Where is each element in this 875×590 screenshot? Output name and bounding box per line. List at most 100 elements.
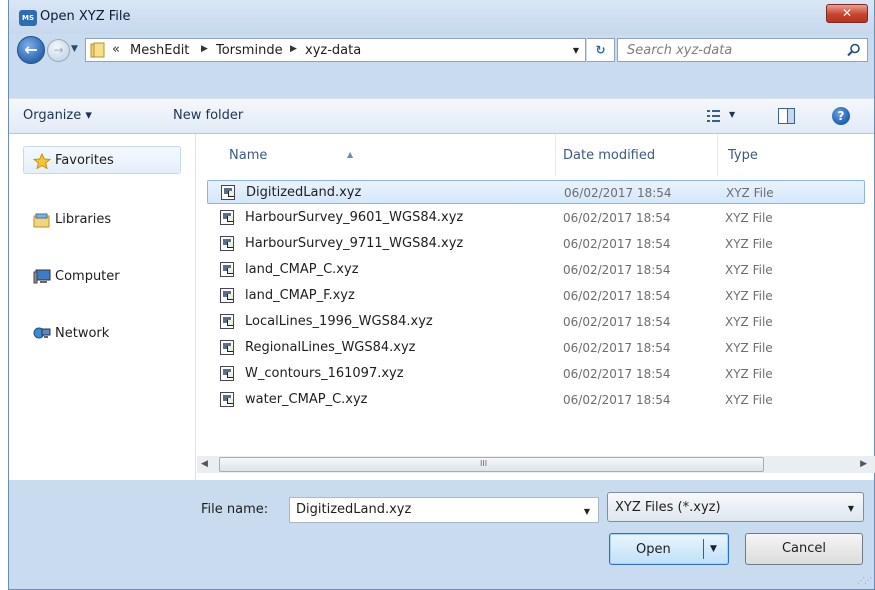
file-type-dropdown-icon[interactable]: ▼ bbox=[848, 504, 854, 513]
libraries-icon bbox=[33, 213, 50, 228]
navigation-bar: ← → ▼ « MeshEdit ▶ Torsminde ▶ xyz-data … bbox=[9, 34, 874, 70]
xyz-file-icon bbox=[220, 210, 234, 225]
open-button-label: Open bbox=[636, 542, 671, 557]
breadcrumb-arrow-icon[interactable]: ▶ bbox=[290, 44, 297, 54]
sidebar-item-label: Network bbox=[55, 326, 110, 341]
recent-pages-dropdown-icon[interactable]: ▼ bbox=[71, 44, 78, 54]
file-name-field[interactable]: DigitizedLand.xyz ▼ bbox=[289, 497, 599, 523]
file-type: XYZ File bbox=[726, 186, 774, 200]
forward-button[interactable]: → bbox=[47, 39, 70, 62]
navigation-pane: Favorites Libraries Computer Network bbox=[9, 134, 196, 480]
refresh-button[interactable]: ↻ bbox=[587, 38, 615, 62]
file-name: HarbourSurvey_9601_WGS84.xyz bbox=[245, 210, 464, 225]
column-header-name[interactable]: Name ▲ bbox=[229, 148, 353, 163]
file-row[interactable]: RegionalLines_WGS84.xyz 06/02/2017 18:54 X… bbox=[207, 336, 865, 360]
search-icon[interactable] bbox=[847, 43, 861, 57]
search-input[interactable]: Search xyz-data bbox=[617, 38, 868, 62]
file-date-modified: 06/02/2017 18:54 bbox=[563, 289, 671, 303]
xyz-file-icon bbox=[220, 340, 234, 355]
file-date-modified: 06/02/2017 18:54 bbox=[563, 237, 671, 251]
file-date-modified: 06/02/2017 18:54 bbox=[563, 367, 671, 381]
file-name-label: File name: bbox=[201, 502, 269, 517]
sort-ascending-icon: ▲ bbox=[347, 150, 354, 159]
help-icon[interactable]: ? bbox=[832, 107, 850, 125]
file-row[interactable]: HarbourSurvey_9711_WGS84.xyz 06/02/2017 1… bbox=[207, 232, 865, 256]
file-name: HarbourSurvey_9711_WGS84.xyz bbox=[245, 236, 464, 251]
breadcrumb-overflow[interactable]: « bbox=[112, 42, 120, 57]
file-type: XYZ File bbox=[725, 289, 773, 303]
split-divider bbox=[703, 539, 704, 559]
sidebar-item-label: Libraries bbox=[55, 212, 112, 227]
scroll-right-icon[interactable]: ▶ bbox=[860, 459, 867, 469]
title-bar: MS Open XYZ File ✕ bbox=[9, 0, 874, 34]
xyz-file-icon bbox=[220, 314, 234, 329]
close-button[interactable]: ✕ bbox=[826, 4, 868, 23]
command-toolbar: Organize ▾ New folder ▼ ? bbox=[9, 98, 874, 134]
scrollbar-grip: III bbox=[480, 459, 488, 468]
column-divider[interactable] bbox=[717, 134, 718, 176]
file-type: XYZ File bbox=[725, 341, 773, 355]
xyz-file-icon bbox=[220, 392, 234, 407]
preview-pane-icon[interactable] bbox=[778, 108, 795, 124]
content-area: Favorites Libraries Computer Network Nam… bbox=[9, 134, 875, 480]
file-name: DigitizedLand.xyz bbox=[246, 185, 362, 200]
file-list: Name ▲ Date modified Type DigitizedLand.… bbox=[197, 134, 875, 480]
file-date-modified: 06/02/2017 18:54 bbox=[563, 211, 671, 225]
scrollbar-thumb[interactable]: III bbox=[219, 457, 764, 472]
folder-icon bbox=[90, 42, 105, 58]
file-date-modified: 06/02/2017 18:54 bbox=[563, 341, 671, 355]
xyz-file-icon bbox=[220, 366, 234, 381]
breadcrumb-arrow-icon[interactable]: ▶ bbox=[201, 44, 208, 54]
file-name-dropdown-icon[interactable]: ▼ bbox=[584, 507, 590, 516]
file-type: XYZ File bbox=[725, 315, 773, 329]
file-date-modified: 06/02/2017 18:54 bbox=[563, 393, 671, 407]
file-row[interactable]: HarbourSurvey_9601_WGS84.xyz 06/02/2017 1… bbox=[207, 206, 865, 230]
open-file-dialog: MS Open XYZ File ✕ ← → ▼ « MeshEdit ▶ To… bbox=[8, 0, 875, 590]
file-name: RegionalLines_WGS84.xyz bbox=[245, 340, 416, 355]
file-type-value: XYZ Files (*.xyz) bbox=[615, 500, 721, 515]
xyz-file-icon bbox=[220, 262, 234, 277]
horizontal-scrollbar[interactable]: ◀ III ▶ bbox=[197, 456, 875, 473]
column-header-date[interactable]: Date modified bbox=[563, 148, 655, 163]
file-name-value: DigitizedLand.xyz bbox=[296, 502, 412, 517]
file-type: XYZ File bbox=[725, 211, 773, 225]
file-name: land_CMAP_C.xyz bbox=[245, 262, 359, 277]
breadcrumb-meshedit[interactable]: MeshEdit bbox=[130, 43, 189, 58]
file-name: LocalLines_1996_WGS84.xyz bbox=[245, 314, 433, 329]
resize-grip-icon[interactable]: ⋰⋰ bbox=[857, 576, 872, 585]
file-name: water_CMAP_C.xyz bbox=[245, 392, 368, 407]
breadcrumb-torsminde[interactable]: Torsminde bbox=[216, 43, 283, 58]
file-type: XYZ File bbox=[725, 367, 773, 381]
scroll-left-icon[interactable]: ◀ bbox=[201, 459, 208, 469]
file-date-modified: 06/02/2017 18:54 bbox=[564, 186, 672, 200]
file-row[interactable]: LocalLines_1996_WGS84.xyz 06/02/2017 18:5… bbox=[207, 310, 865, 334]
file-name: W_contours_161097.xyz bbox=[245, 366, 404, 381]
sidebar-item-label: Favorites bbox=[55, 153, 114, 168]
file-type: XYZ File bbox=[725, 263, 773, 277]
open-button[interactable]: Open ▼ bbox=[609, 533, 729, 565]
breadcrumb-xyz-data[interactable]: xyz-data bbox=[305, 43, 361, 58]
column-divider[interactable] bbox=[555, 134, 556, 176]
sidebar-item-label: Computer bbox=[55, 269, 120, 284]
window-title: Open XYZ File bbox=[40, 9, 131, 24]
xyz-file-icon bbox=[220, 288, 234, 303]
xyz-file-icon bbox=[221, 185, 235, 200]
cancel-button[interactable]: Cancel bbox=[745, 533, 863, 565]
views-icon[interactable] bbox=[706, 109, 722, 123]
file-type-select[interactable]: XYZ Files (*.xyz) ▼ bbox=[607, 492, 864, 522]
search-placeholder: Search xyz-data bbox=[627, 43, 733, 58]
file-row[interactable]: W_contours_161097.xyz 06/02/2017 18:54 XYZ… bbox=[207, 362, 865, 386]
views-dropdown-icon[interactable]: ▼ bbox=[729, 110, 735, 119]
file-row[interactable]: land_CMAP_C.xyz 06/02/2017 18:54 XYZ File bbox=[207, 258, 865, 282]
back-button[interactable]: ← bbox=[17, 36, 45, 64]
address-dropdown-icon[interactable]: ▼ bbox=[573, 46, 579, 55]
organize-button[interactable]: Organize ▾ bbox=[23, 108, 92, 123]
new-folder-button[interactable]: New folder bbox=[173, 108, 243, 123]
file-row[interactable]: water_CMAP_C.xyz 06/02/2017 18:54 XYZ File bbox=[207, 388, 865, 412]
file-name: land_CMAP_F.xyz bbox=[245, 288, 355, 303]
file-row[interactable]: land_CMAP_F.xyz 06/02/2017 18:54 XYZ File bbox=[207, 284, 865, 308]
address-bar[interactable]: « MeshEdit ▶ Torsminde ▶ xyz-data ▼ bbox=[85, 38, 586, 62]
column-header-type[interactable]: Type bbox=[728, 148, 758, 163]
open-options-dropdown-icon[interactable]: ▼ bbox=[710, 544, 717, 554]
file-row[interactable]: DigitizedLand.xyz 06/02/2017 18:54 XYZ Fil… bbox=[207, 180, 865, 204]
